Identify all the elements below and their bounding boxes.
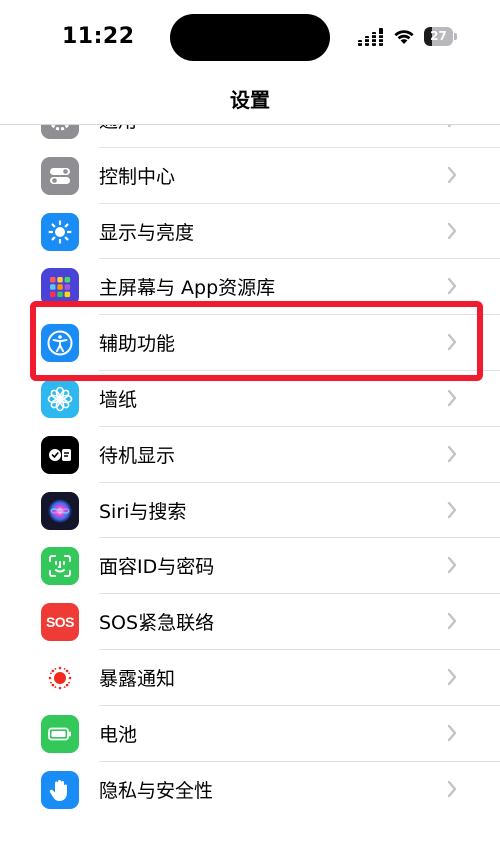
chevron-right-icon [447, 389, 457, 407]
settings-item-label: Siri与搜索 [99, 500, 187, 523]
chevron-right-icon [447, 724, 457, 741]
hand-icon [41, 770, 79, 809]
face-id-icon [41, 547, 79, 586]
settings-item-label: 控制中心 [99, 165, 176, 188]
wifi-icon [394, 30, 414, 44]
sun-icon [41, 212, 79, 251]
highlight-box [30, 301, 483, 381]
settings-item-label: 墙纸 [99, 388, 138, 411]
settings-item-privacy-security[interactable]: 隐私与安全性 [0, 762, 500, 818]
exposure-icon [41, 658, 79, 697]
settings-item-exposure-notifications[interactable]: 暴露通知 [0, 650, 500, 706]
settings-item-label: 面容ID与密码 [99, 556, 215, 579]
settings-item-siri-search[interactable]: Siri与搜索 [0, 483, 500, 539]
dynamic-island [170, 14, 330, 61]
settings-screen: 通用 控制中心 [0, 0, 500, 856]
chevron-right-icon [447, 166, 457, 183]
settings-item-label: 主屏幕与 App资源库 [99, 277, 276, 300]
nav-divider [0, 124, 500, 125]
chevron-right-icon [447, 557, 457, 574]
chevron-right-icon [447, 612, 457, 630]
sos-icon: SOS [41, 603, 79, 642]
settings-item-battery[interactable]: 电池 [0, 706, 500, 762]
cellular-signal-icon [358, 28, 384, 46]
battery-icon [41, 714, 79, 753]
chevron-right-icon [447, 278, 457, 295]
settings-list: 通用 控制中心 [0, 92, 500, 817]
chevron-right-icon [447, 668, 457, 686]
settings-item-label: 隐私与安全性 [99, 779, 214, 802]
toggle-icon [41, 156, 79, 195]
settings-item-control-center[interactable]: 控制中心 [0, 148, 500, 204]
settings-item-display-brightness[interactable]: 显示与亮度 [0, 204, 500, 260]
status-time: 11:22 [62, 24, 135, 49]
settings-item-label: 暴露通知 [99, 667, 176, 690]
battery-percentage: 27 [430, 29, 447, 43]
page-title: 设置 [230, 88, 270, 112]
settings-item-label: 显示与亮度 [99, 221, 195, 244]
status-bar: 11:22 27 [0, 0, 500, 75]
chevron-right-icon [447, 780, 457, 797]
siri-icon [41, 491, 79, 530]
settings-item-standby[interactable]: 待机显示 [0, 427, 500, 483]
chevron-right-icon [447, 501, 457, 518]
settings-item-label: 待机显示 [99, 444, 176, 467]
settings-item-label: SOS紧急联络 [99, 612, 215, 635]
sos-badge-text: SOS [45, 614, 75, 631]
chevron-right-icon [447, 445, 457, 462]
battery-indicator: 27 [424, 27, 457, 46]
settings-item-emergency-sos[interactable]: SOS SOS紧急联络 [0, 594, 500, 650]
settings-item-label: 电池 [99, 723, 138, 746]
settings-item-face-id-passcode[interactable]: 面容ID与密码 [0, 538, 500, 595]
standby-icon [41, 435, 79, 474]
chevron-right-icon [447, 222, 457, 239]
flower-icon [41, 379, 79, 418]
